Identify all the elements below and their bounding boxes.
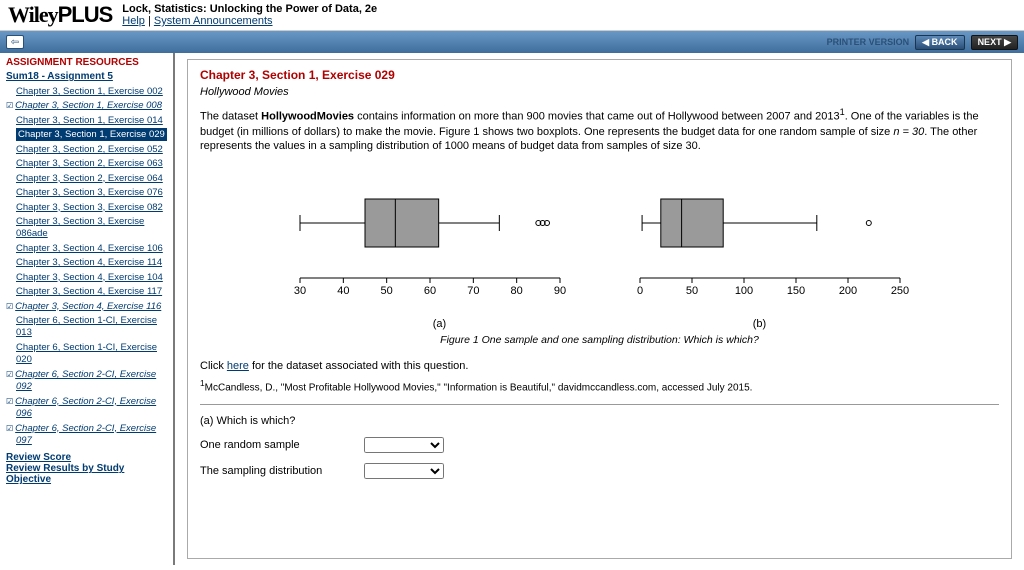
back-arrow-icon[interactable]: ⇦ <box>6 35 24 49</box>
figure-1: 30 40 50 60 70 80 90 0 50 100 150 200 250 (a) (b) F… <box>200 168 999 346</box>
svg-text:60: 60 <box>423 285 435 297</box>
assignment-link[interactable]: Sum18 - Assignment 5 <box>6 71 167 82</box>
svg-text:0: 0 <box>636 285 642 297</box>
plot-a-label: (a) <box>433 318 446 330</box>
sidebar-item[interactable]: Chapter 6, Section 2-CI, Exercise 097 <box>16 422 167 447</box>
svg-text:50: 50 <box>685 285 697 297</box>
dataset-line: Click here for the dataset associated wi… <box>200 360 999 372</box>
svg-text:100: 100 <box>734 285 752 297</box>
logo: WileyPLUS <box>8 2 112 28</box>
svg-text:50: 50 <box>380 285 392 297</box>
row1-label: One random sample <box>200 439 350 451</box>
sidebar-item[interactable]: Chapter 6, Section 1-CI, Exercise 013 <box>16 314 167 339</box>
review-score-link[interactable]: Review Score <box>6 452 167 463</box>
sidebar-item[interactable]: Chapter 3, Section 2, Exercise 052 <box>16 143 167 155</box>
svg-text:40: 40 <box>337 285 349 297</box>
boxplot-svg: 30 40 50 60 70 80 90 0 50 100 150 200 250 <box>280 168 920 318</box>
sidebar-item[interactable]: Chapter 3, Section 1, Exercise 029 <box>16 128 167 140</box>
sidebar-item[interactable]: Chapter 6, Section 2-CI, Exercise 092 <box>16 368 167 393</box>
sidebar-item[interactable]: Chapter 3, Section 2, Exercise 064 <box>16 172 167 184</box>
sidebar-item[interactable]: Chapter 3, Section 3, Exercise 082 <box>16 201 167 213</box>
sidebar-item[interactable]: Chapter 3, Section 4, Exercise 104 <box>16 271 167 283</box>
svg-text:30: 30 <box>293 285 305 297</box>
svg-text:80: 80 <box>510 285 522 297</box>
svg-text:250: 250 <box>890 285 908 297</box>
sidebar-item[interactable]: Chapter 3, Section 1, Exercise 008 <box>16 99 167 111</box>
sidebar-item[interactable]: Chapter 3, Section 4, Exercise 114 <box>16 256 167 268</box>
sidebar-item[interactable]: Chapter 6, Section 1-CI, Exercise 020 <box>16 341 167 366</box>
exercise-title: Chapter 3, Section 1, Exercise 029 <box>200 68 999 82</box>
figure-caption: Figure 1 One sample and one sampling dis… <box>200 334 999 346</box>
sidebar-item[interactable]: Chapter 3, Section 1, Exercise 002 <box>16 85 167 97</box>
footnote: 1McCandless, D., "Most Profitable Hollyw… <box>200 378 999 393</box>
exercise-subtitle: Hollywood Movies <box>200 86 999 98</box>
sidebar-item[interactable]: Chapter 3, Section 2, Exercise 063 <box>16 157 167 169</box>
svg-text:200: 200 <box>838 285 856 297</box>
sidebar-item[interactable]: Chapter 3, Section 4, Exercise 106 <box>16 242 167 254</box>
help-link[interactable]: Help <box>122 15 145 27</box>
sidebar-item[interactable]: Chapter 3, Section 4, Exercise 116 <box>16 300 167 312</box>
sidebar-item[interactable]: Chapter 3, Section 3, Exercise 076 <box>16 186 167 198</box>
svg-text:70: 70 <box>467 285 479 297</box>
next-button[interactable]: NEXT ▶ <box>971 35 1018 50</box>
system-announcements-link[interactable]: System Announcements <box>154 15 273 27</box>
svg-text:90: 90 <box>553 285 565 297</box>
sampling-distribution-select[interactable] <box>364 463 444 479</box>
row2-label: The sampling distribution <box>200 465 350 477</box>
question-a: (a) Which is which? <box>200 415 999 427</box>
sidebar-item[interactable]: Chapter 3, Section 4, Exercise 117 <box>16 285 167 297</box>
one-random-sample-select[interactable] <box>364 437 444 453</box>
book-title: Lock, Statistics: Unlocking the Power of… <box>122 3 377 15</box>
sidebar-item[interactable]: Chapter 6, Section 2-CI, Exercise 096 <box>16 395 167 420</box>
svg-text:150: 150 <box>786 285 804 297</box>
sidebar-item[interactable]: Chapter 3, Section 3, Exercise 086ade <box>16 215 167 240</box>
back-button[interactable]: ◀ BACK <box>915 35 964 50</box>
review-results-link[interactable]: Review Results by Study Objective <box>6 463 167 485</box>
sidebar-heading: ASSIGNMENT RESOURCES <box>6 57 167 68</box>
dataset-link[interactable]: here <box>227 360 249 372</box>
printer-version-link[interactable]: PRINTER VERSION <box>827 37 910 47</box>
sidebar-item[interactable]: Chapter 3, Section 1, Exercise 014 <box>16 114 167 126</box>
sidebar: ASSIGNMENT RESOURCES Sum18 - Assignment … <box>0 53 175 565</box>
exercise-body: The dataset HollywoodMovies contains inf… <box>200 106 999 154</box>
plot-b-label: (b) <box>753 318 766 330</box>
